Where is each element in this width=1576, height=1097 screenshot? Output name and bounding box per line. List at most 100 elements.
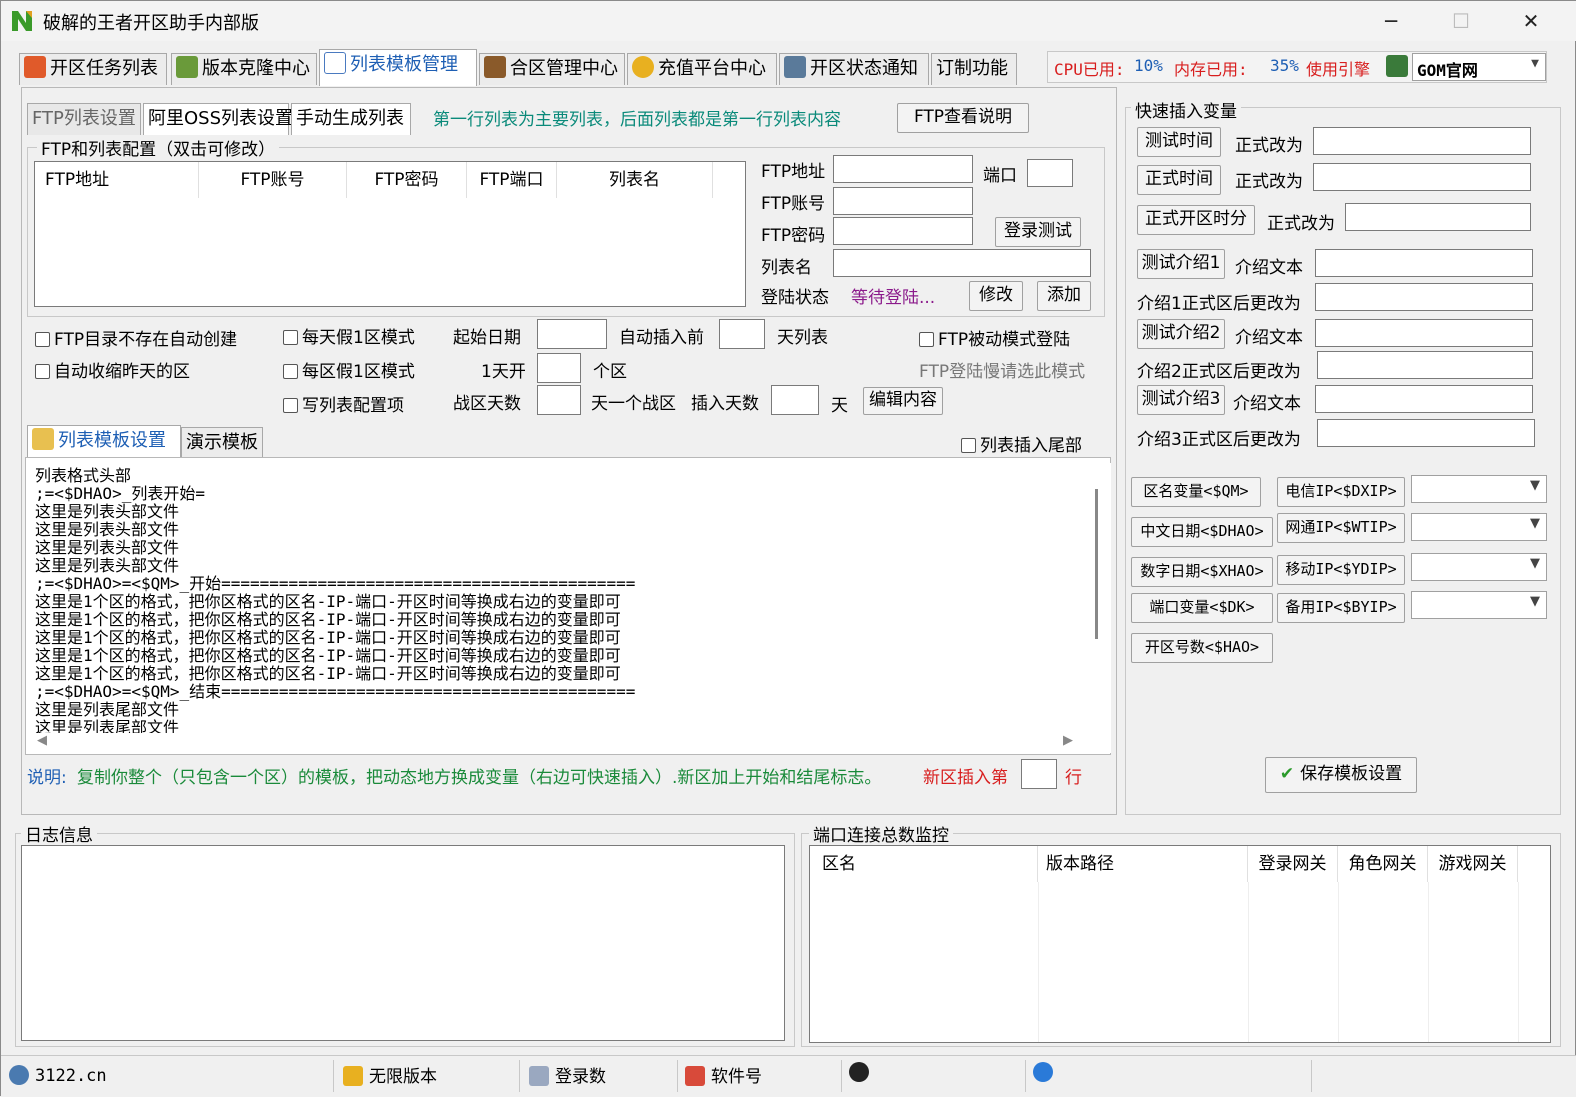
var-num-date-button[interactable]: 数字日期<$XHAO> [1131, 557, 1273, 587]
formal-open-time-input[interactable] [1345, 203, 1531, 231]
ftp-account-input[interactable] [833, 187, 973, 215]
zones-per-day-input[interactable] [537, 353, 581, 383]
column-header[interactable]: FTP地址 [35, 162, 199, 198]
start-date-input[interactable] [537, 319, 607, 349]
intro2-formal-input[interactable] [1317, 351, 1533, 379]
formal-open-time-button[interactable]: 正式开区时分 [1137, 205, 1255, 235]
edit-content-button[interactable]: 编辑内容 [863, 387, 943, 415]
var-backup-ip-button[interactable]: 备用IP<$BYIP> [1277, 593, 1405, 623]
war-days-input[interactable] [537, 385, 581, 415]
per-zone-fake-checkbox[interactable]: 每区假1区模式 [283, 357, 415, 382]
passive-mode-checkbox[interactable]: FTP被动模式登陆 [919, 325, 1070, 350]
qq-icon[interactable] [849, 1062, 875, 1083]
column-header[interactable]: 列表名 [557, 162, 713, 198]
qq-penguin-icon [849, 1062, 869, 1082]
tab-recharge[interactable]: 充值平台中心 [627, 53, 777, 85]
tab-list-template[interactable]: 列表模板管理 [319, 49, 477, 86]
tab-demo-template[interactable]: 演示模板 [181, 427, 263, 457]
column-header[interactable]: 登录网关 [1248, 846, 1338, 882]
intro1-formal-input[interactable] [1315, 283, 1533, 311]
tab-version-clone[interactable]: 版本克隆中心 [171, 53, 317, 85]
horizontal-scrollbar[interactable]: ◀ ▶ [29, 733, 1085, 753]
status-software[interactable]: 软件号 [685, 1062, 762, 1087]
test-time-button[interactable]: 测试时间 [1137, 127, 1221, 157]
monitor-table[interactable]: 区名 版本路径 登录网关 角色网关 游戏网关 [809, 845, 1551, 1043]
subtab-manual-list[interactable]: 手动生成列表 [291, 103, 411, 135]
ftp-port-input[interactable] [1027, 159, 1073, 187]
ftp-addr-input[interactable] [833, 155, 973, 183]
intro3-formal-input[interactable] [1317, 419, 1535, 447]
tab-status-notify[interactable]: 开区状态通知 [779, 53, 929, 85]
test-intro1-button[interactable]: 测试介绍1 [1137, 249, 1225, 279]
column-header[interactable]: 版本路径 [1038, 846, 1248, 882]
browser-icon[interactable] [1033, 1062, 1059, 1083]
var-netcom-ip-button[interactable]: 网通IP<$WTIP> [1277, 513, 1405, 543]
intro2-text-input[interactable] [1315, 319, 1533, 347]
mobile-ip-select[interactable]: ▼ [1411, 553, 1547, 581]
scrollbar-thumb[interactable] [1095, 489, 1098, 639]
test-intro2-button[interactable]: 测试介绍2 [1137, 319, 1225, 349]
formal-time-button[interactable]: 正式时间 [1137, 165, 1221, 195]
test-time-input[interactable] [1313, 127, 1531, 155]
ftp-table[interactable]: FTP地址 FTP账号 FTP密码 FTP端口 列表名 [34, 161, 746, 307]
minimize-button[interactable]: ─ [1369, 5, 1413, 37]
formal-time-input[interactable] [1313, 163, 1531, 191]
login-test-button[interactable]: 登录测试 [995, 217, 1081, 247]
ftp-help-button[interactable]: FTP查看说明 [897, 103, 1029, 133]
maximize-button[interactable]: ☐ [1439, 5, 1483, 37]
quick-insert-label: 正式改为 [1267, 214, 1335, 234]
template-editor[interactable]: 列表格式头部 ;=<$DHAO>_列表开始= 这里是列表头部文件 这里是列表头部… [29, 463, 1111, 753]
test-intro3-button[interactable]: 测试介绍3 [1137, 385, 1225, 415]
column-header[interactable]: FTP密码 [347, 162, 467, 198]
add-button[interactable]: 添加 [1037, 281, 1091, 311]
daily-fake-checkbox[interactable]: 每天假1区模式 [283, 323, 415, 348]
telecom-ip-select[interactable]: ▼ [1411, 475, 1547, 503]
column-header[interactable]: FTP账号 [199, 162, 347, 198]
subtab-ftp-list[interactable]: FTP列表设置 [27, 103, 141, 135]
list-name-input[interactable] [833, 249, 1091, 277]
arrow-right-icon[interactable]: ▶ [1063, 733, 1073, 748]
status-site[interactable]: 3122.cn [9, 1065, 107, 1086]
coin-icon [632, 56, 654, 78]
column-header[interactable]: 角色网关 [1338, 846, 1428, 882]
column-header[interactable]: 区名 [810, 846, 1038, 882]
var-zone-number-button[interactable]: 开区号数<$HAO> [1131, 633, 1273, 663]
arrow-left-icon[interactable]: ◀ [37, 733, 47, 748]
checkbox-box [35, 332, 50, 347]
tab-merge-zone[interactable]: 合区管理中心 [479, 53, 625, 85]
tab-label: 开区任务列表 [50, 58, 158, 79]
var-mobile-ip-button[interactable]: 移动IP<$YDIP> [1277, 555, 1405, 585]
insert-tail-checkbox[interactable]: 列表插入尾部 [961, 431, 1082, 456]
var-port-button[interactable]: 端口变量<$DK> [1131, 593, 1273, 623]
tab-custom[interactable]: 订制功能 [931, 53, 1017, 85]
subtab-label: 阿里OSS列表设置 [148, 108, 294, 129]
intro1-text-input[interactable] [1315, 249, 1533, 277]
status-logins[interactable]: 登录数 [529, 1062, 606, 1087]
var-zone-name-button[interactable]: 区名变量<$QM> [1131, 477, 1261, 507]
subtab-oss-list[interactable]: 阿里OSS列表设置 [143, 103, 293, 135]
column-header[interactable]: 游戏网关 [1428, 846, 1518, 882]
log-area[interactable] [21, 845, 785, 1041]
auto-shrink-checkbox[interactable]: 自动收缩昨天的区 [35, 357, 190, 382]
close-button[interactable]: ✕ [1509, 5, 1553, 37]
insert-days-input[interactable] [771, 385, 819, 415]
checkbox-label: 每天假1区模式 [302, 328, 415, 348]
vertical-scrollbar[interactable] [1085, 465, 1107, 731]
insert-position-input[interactable] [1021, 759, 1057, 789]
save-template-button[interactable]: ✔ 保存模板设置 [1265, 757, 1417, 793]
auto-create-checkbox[interactable]: FTP目录不存在自动创建 [35, 325, 237, 350]
modify-button[interactable]: 修改 [969, 281, 1023, 311]
write-config-checkbox[interactable]: 写列表配置项 [283, 391, 404, 416]
auto-insert-days-input[interactable] [719, 319, 765, 349]
tab-server-tasks[interactable]: 开区任务列表 [19, 53, 167, 85]
status-version[interactable]: 无限版本 [343, 1062, 437, 1087]
intro3-text-input[interactable] [1315, 385, 1533, 413]
ftp-password-input[interactable] [833, 217, 973, 245]
tab-template-settings[interactable]: 列表模板设置 [27, 425, 181, 457]
column-header[interactable]: FTP端口 [467, 162, 557, 198]
backup-ip-select[interactable]: ▼ [1411, 591, 1547, 619]
netcom-ip-select[interactable]: ▼ [1411, 513, 1547, 541]
engine-select[interactable]: GOM官网 ▼ [1412, 53, 1546, 81]
var-cn-date-button[interactable]: 中文日期<$DHAO> [1131, 517, 1273, 547]
var-telecom-ip-button[interactable]: 电信IP<$DXIP> [1277, 477, 1405, 507]
